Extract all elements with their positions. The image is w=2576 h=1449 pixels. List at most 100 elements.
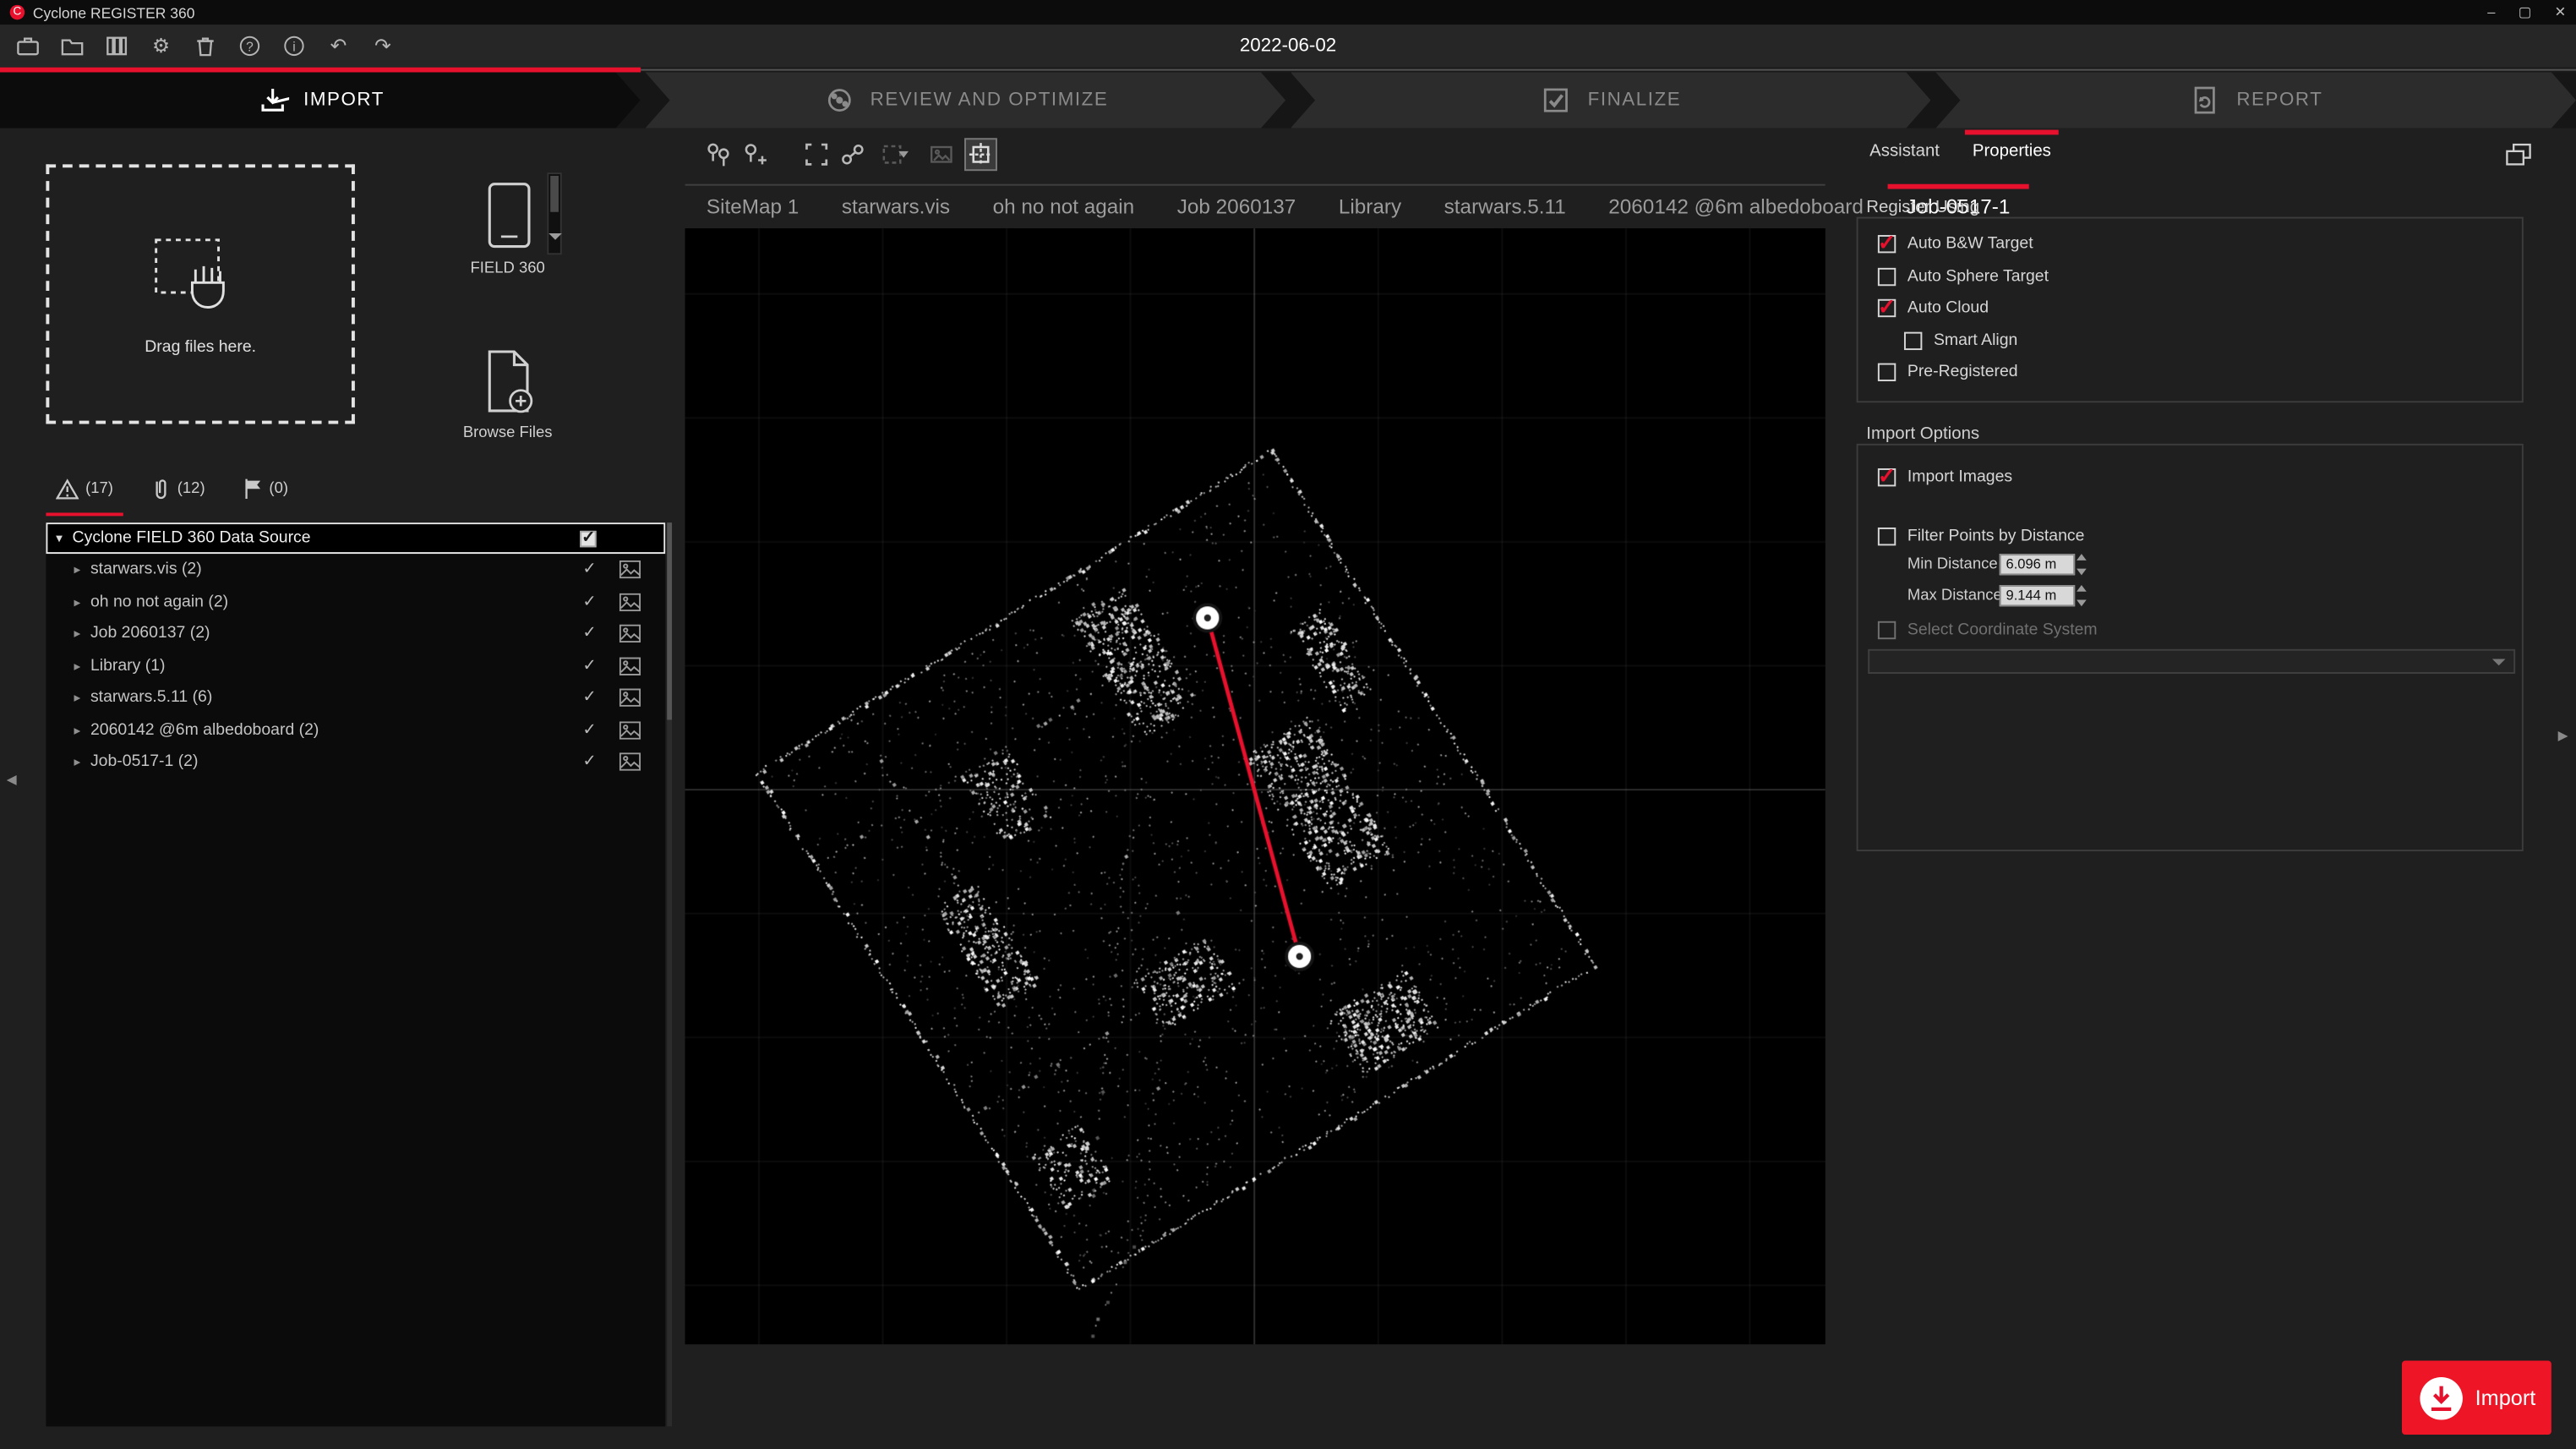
option-filter-points[interactable]: Filter Points by Distance xyxy=(1858,521,2522,553)
root-checkbox[interactable] xyxy=(580,530,596,546)
chevron-down-icon[interactable] xyxy=(548,233,562,240)
redo-button[interactable]: ↷ xyxy=(368,31,397,61)
help-button[interactable]: ? xyxy=(235,31,265,61)
delete-button[interactable] xyxy=(190,31,220,61)
scrollbar-thumb[interactable] xyxy=(667,522,672,719)
tree-item[interactable]: starwars.vis (2) xyxy=(46,554,665,586)
min-distance-spinner[interactable] xyxy=(2077,554,2091,575)
expander-closed-icon[interactable] xyxy=(74,625,80,642)
image-icon[interactable] xyxy=(619,657,641,675)
drag-drop-zone[interactable]: Drag files here. xyxy=(46,164,354,424)
option-select-coordinate-system[interactable]: Select Coordinate System xyxy=(1858,615,2522,647)
tab-flags[interactable]: (0) xyxy=(232,470,298,516)
collapse-left-panel-button[interactable]: ◀ xyxy=(7,773,17,787)
expand-right-panel-button[interactable]: ▶ xyxy=(2558,728,2568,742)
tree-item[interactable]: oh no not again (2) xyxy=(46,586,665,618)
browse-files-button[interactable] xyxy=(482,348,541,425)
tab-issues[interactable]: (17) xyxy=(46,470,123,516)
maximize-button[interactable]: ▢ xyxy=(2519,3,2532,21)
fit-view-button[interactable] xyxy=(800,138,833,171)
gear-icon: ⚙ xyxy=(152,35,170,57)
expander-open-icon[interactable] xyxy=(56,529,63,547)
open-button[interactable] xyxy=(57,31,87,61)
viewer-tab[interactable]: Job 2060137 xyxy=(1155,186,1317,229)
min-distance-input[interactable] xyxy=(2000,553,2075,574)
image-icon[interactable] xyxy=(619,721,641,739)
tree-root-row[interactable]: Cyclone FIELD 360 Data Source xyxy=(46,522,665,554)
checkbox-icon xyxy=(1878,299,1896,317)
step-finalize[interactable]: FINALIZE xyxy=(1291,73,1931,128)
tab-attachments[interactable]: (12) xyxy=(139,470,215,516)
max-distance-spinner[interactable] xyxy=(2077,585,2091,606)
tab-count: (12) xyxy=(177,479,205,497)
tree-item[interactable]: starwars.5.11 (6) xyxy=(46,682,665,714)
step-report[interactable]: REPORT xyxy=(1935,73,2576,128)
step-review-and-optimize[interactable]: REVIEW AND OPTIMIZE xyxy=(645,73,1285,128)
tree-scrollbar[interactable] xyxy=(667,522,672,1426)
create-setup-button[interactable] xyxy=(701,138,734,171)
expander-closed-icon[interactable] xyxy=(74,657,80,675)
viewer-tab[interactable]: 2060142 @6m albedoboard xyxy=(1587,186,1885,229)
tree-item[interactable]: Library (1) xyxy=(46,650,665,682)
layout-windows-button[interactable] xyxy=(2504,141,2534,172)
expander-closed-icon[interactable] xyxy=(74,721,80,739)
scrollbar-thumb[interactable] xyxy=(550,176,559,212)
expander-closed-icon[interactable] xyxy=(74,560,80,578)
help-icon: ? xyxy=(240,36,259,56)
tab-assistant[interactable]: Assistant xyxy=(1853,128,1957,172)
tree-item[interactable]: 2060142 @6m albedoboard (2) xyxy=(46,714,665,746)
max-distance-input[interactable] xyxy=(2000,584,2075,605)
check-icon xyxy=(582,593,596,610)
undo-button[interactable]: ↶ xyxy=(324,31,353,61)
image-view-button[interactable] xyxy=(925,138,958,171)
project-button[interactable] xyxy=(14,31,43,61)
image-icon[interactable] xyxy=(619,753,641,771)
minimize-button[interactable]: – xyxy=(2487,3,2495,21)
expander-closed-icon[interactable] xyxy=(74,753,80,771)
truslicer-button[interactable] xyxy=(964,138,997,171)
tree-item[interactable]: Job-0517-1 (2) xyxy=(46,746,665,779)
option-pre-registered[interactable]: Pre-Registered xyxy=(1858,357,2522,389)
check-icon xyxy=(582,657,596,675)
image-icon[interactable] xyxy=(619,593,641,610)
step-import[interactable]: IMPORT xyxy=(0,73,641,128)
option-import-images[interactable]: Import Images xyxy=(1858,462,2522,494)
storage-button[interactable] xyxy=(102,31,132,61)
option-smart-align[interactable]: Smart Align xyxy=(1858,325,2522,357)
expander-closed-icon[interactable] xyxy=(74,689,80,707)
device-list-scrollbar[interactable] xyxy=(547,172,561,254)
expander-closed-icon[interactable] xyxy=(74,593,80,610)
field360-source-button[interactable] xyxy=(484,181,533,258)
option-auto-cloud[interactable]: Auto Cloud xyxy=(1858,293,2522,325)
add-setup-button[interactable] xyxy=(738,138,771,171)
link-setups-button[interactable] xyxy=(836,138,869,171)
image-icon[interactable] xyxy=(619,689,641,707)
tree-item-label: 2060142 @6m albedoboard (2) xyxy=(90,721,319,739)
viewer-tab[interactable]: starwars.5.11 xyxy=(1422,186,1587,229)
project-date: 2022-06-02 xyxy=(1240,36,1336,56)
link-icon xyxy=(838,139,867,169)
viewer-tab[interactable]: oh no not again xyxy=(971,186,1155,229)
import-button[interactable]: Import xyxy=(2402,1361,2551,1435)
settings-button[interactable]: ⚙ xyxy=(146,31,176,61)
coordinate-system-select[interactable] xyxy=(1868,649,2515,674)
pointcloud-canvas[interactable] xyxy=(685,228,1826,1344)
image-icon[interactable] xyxy=(619,625,641,642)
tree-item[interactable]: Job 2060137 (2) xyxy=(46,618,665,650)
checkbox-icon xyxy=(1878,267,1896,285)
image-icon[interactable] xyxy=(619,560,641,578)
viewer-tab[interactable]: starwars.vis xyxy=(821,186,972,229)
info-button[interactable]: i xyxy=(279,31,308,61)
viewer-tab[interactable]: Library xyxy=(1318,186,1423,229)
expand-frame-icon xyxy=(802,139,832,169)
viewer-tab[interactable]: SiteMap 1 xyxy=(685,186,821,229)
side-tabs: Assistant Properties xyxy=(1853,128,2068,172)
tree-item-label: starwars.vis (2) xyxy=(90,560,202,578)
option-auto-bw-target[interactable]: Auto B&W Target xyxy=(1858,228,2522,260)
tab-properties[interactable]: Properties xyxy=(1956,128,2067,172)
data-source-tree: Cyclone FIELD 360 Data Source starwars.v… xyxy=(46,522,665,1426)
option-auto-sphere-target[interactable]: Auto Sphere Target xyxy=(1858,260,2522,293)
close-button[interactable]: ✕ xyxy=(2555,3,2567,21)
check-icon xyxy=(582,625,596,642)
toolbar-dropdown-caret[interactable] xyxy=(898,151,909,158)
